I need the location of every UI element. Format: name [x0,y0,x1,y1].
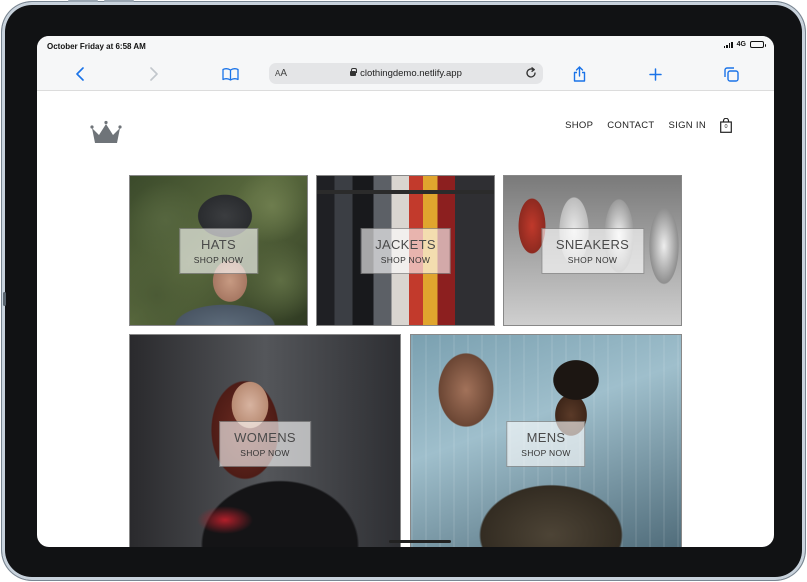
category-title: JACKETS [375,236,436,252]
nav-shop-link[interactable]: SHOP [565,120,593,131]
category-card: MENS SHOP NOW [506,421,586,467]
category-card: WOMENS SHOP NOW [219,421,311,467]
category-tile-hats[interactable]: HATS SHOP NOW [129,175,308,326]
screen: October Friday at 6:58 AM 4G AA clothing… [37,36,774,547]
crown-icon[interactable] [89,118,123,149]
category-title: WOMENS [234,430,296,445]
top-button [104,0,134,2]
share-icon[interactable] [573,66,586,82]
reload-icon[interactable] [525,67,537,81]
category-card: JACKETS SHOP NOW [360,227,451,274]
cart-count: 0 [724,124,728,130]
nav-contact-link[interactable]: CONTACT [607,120,654,131]
shop-now-link[interactable]: SHOP NOW [556,255,629,265]
shop-now-link[interactable]: SHOP NOW [375,255,436,265]
lock-icon [350,68,358,76]
shop-now-link[interactable]: SHOP NOW [234,448,296,458]
status-indicators: 4G [723,41,766,48]
new-tab-icon[interactable] [649,66,662,82]
status-bar: October Friday at 6:58 AM 4G [37,36,774,58]
category-card: SNEAKERS SHOP NOW [540,227,645,274]
shop-now-link[interactable]: SHOP NOW [521,448,570,458]
address-bar[interactable]: AA clothingdemo.netlify.app [269,63,543,84]
category-tile-womens[interactable]: WOMENS SHOP NOW [129,334,401,547]
category-title: MENS [526,430,566,445]
side-button [3,292,6,306]
category-card: HATS SHOP NOW [178,227,259,274]
category-title: SNEAKERS [555,236,630,252]
category-tile-sneakers[interactable]: SNEAKERS SHOP NOW [503,175,682,326]
main-nav: SHOP CONTACT SIGN IN 0 [565,117,732,133]
home-indicator [389,540,451,543]
nav-sign-in-link[interactable]: SIGN IN [669,120,706,131]
top-button [68,0,98,2]
battery-icon [750,41,766,48]
network-label: 4G [736,41,746,48]
category-tile-mens[interactable]: MENS SHOP NOW [410,334,682,547]
cart-icon[interactable]: 0 [720,117,732,133]
back-icon[interactable] [75,66,85,82]
status-time: October Friday at 6:58 AM [47,42,146,51]
signal-icon [723,41,733,48]
category-tile-jackets[interactable]: JACKETS SHOP NOW [316,175,495,326]
bookmarks-icon[interactable] [222,66,239,82]
category-title: HATS [201,236,236,252]
url-field[interactable]: clothingdemo.netlify.app [269,68,543,79]
shop-now-link[interactable]: SHOP NOW [194,255,243,265]
forward-icon[interactable] [149,66,159,82]
browser-toolbar: AA clothingdemo.netlify.app [37,58,774,91]
tabs-icon[interactable] [724,66,739,82]
